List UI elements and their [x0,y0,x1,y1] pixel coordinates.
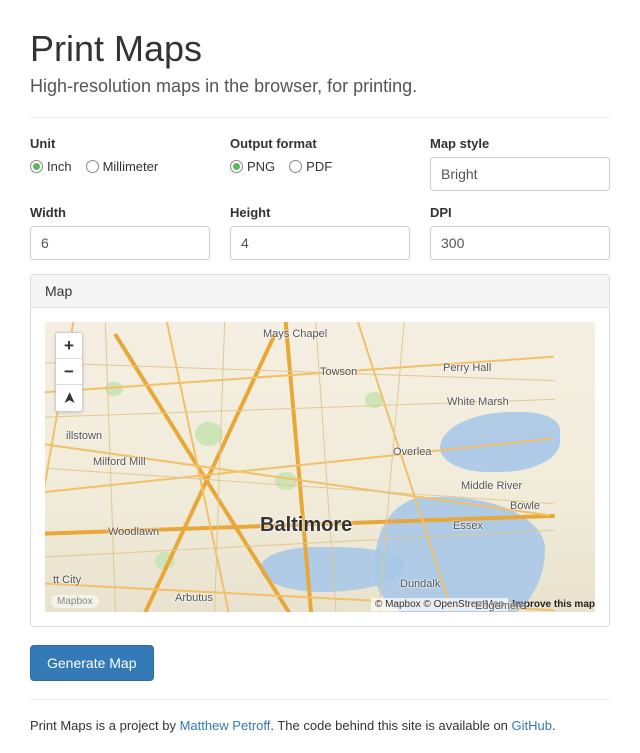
author-link[interactable]: Matthew Petroff [180,718,271,733]
map-panel-title: Map [31,275,609,308]
divider [30,699,610,700]
unit-radios: Inch Millimeter [30,157,210,174]
style-select[interactable] [430,157,610,191]
page-title: Print Maps [30,28,610,70]
width-label: Width [30,205,210,220]
map-place-label: Middle River [461,480,522,492]
map-place-label: tt City [53,574,81,586]
map-place-label: Mays Chapel [263,328,327,340]
output-option-png[interactable]: PNG [230,159,275,174]
output-option-pdf[interactable]: PDF [289,159,332,174]
unit-option-mm[interactable]: Millimeter [86,159,159,174]
map-place-label: Dundalk [400,578,440,590]
page-subtitle: High-resolution maps in the browser, for… [30,76,610,97]
zoom-out-button[interactable]: − [56,359,82,385]
map-city-main: Baltimore [260,514,352,537]
mapbox-logo: Mapbox [51,595,99,608]
radio-icon [30,160,43,173]
map-place-label: Arbutus [175,592,213,604]
compass-icon: ➤ [62,392,76,404]
map-place-label: White Marsh [447,396,509,408]
radio-icon [230,160,243,173]
generate-button[interactable]: Generate Map [30,645,154,681]
radio-icon [289,160,302,173]
height-label: Height [230,205,410,220]
map-panel: Map [30,274,610,627]
map-canvas[interactable]: Baltimore + − ➤ Mapbox © Mapbox © OpenSt… [45,322,595,612]
radio-icon [86,160,99,173]
map-place-label: Perry Hall [443,362,491,374]
style-label: Map style [430,136,610,151]
map-place-label: Essex [453,520,483,532]
map-place-label: Overlea [393,446,432,458]
output-label: Output format [230,136,410,151]
zoom-in-button[interactable]: + [56,333,82,359]
map-place-label: Edgemere [475,600,526,612]
map-place-label: Bowle [510,500,540,512]
output-radios: PNG PDF [230,157,410,174]
dpi-input[interactable] [430,226,610,260]
width-input[interactable] [30,226,210,260]
footer-text: Print Maps is a project by Matthew Petro… [30,718,610,733]
height-input[interactable] [230,226,410,260]
map-place-label: illstown [66,430,102,442]
map-place-label: Towson [320,366,357,378]
compass-button[interactable]: ➤ [56,385,82,411]
unit-option-inch[interactable]: Inch [30,159,72,174]
unit-label: Unit [30,136,210,151]
map-controls: + − ➤ [55,332,83,412]
map-place-label: Woodlawn [108,526,159,538]
github-link[interactable]: GitHub [512,718,552,733]
divider [30,117,610,118]
map-place-label: Milford Mill [93,456,146,468]
dpi-label: DPI [430,205,610,220]
